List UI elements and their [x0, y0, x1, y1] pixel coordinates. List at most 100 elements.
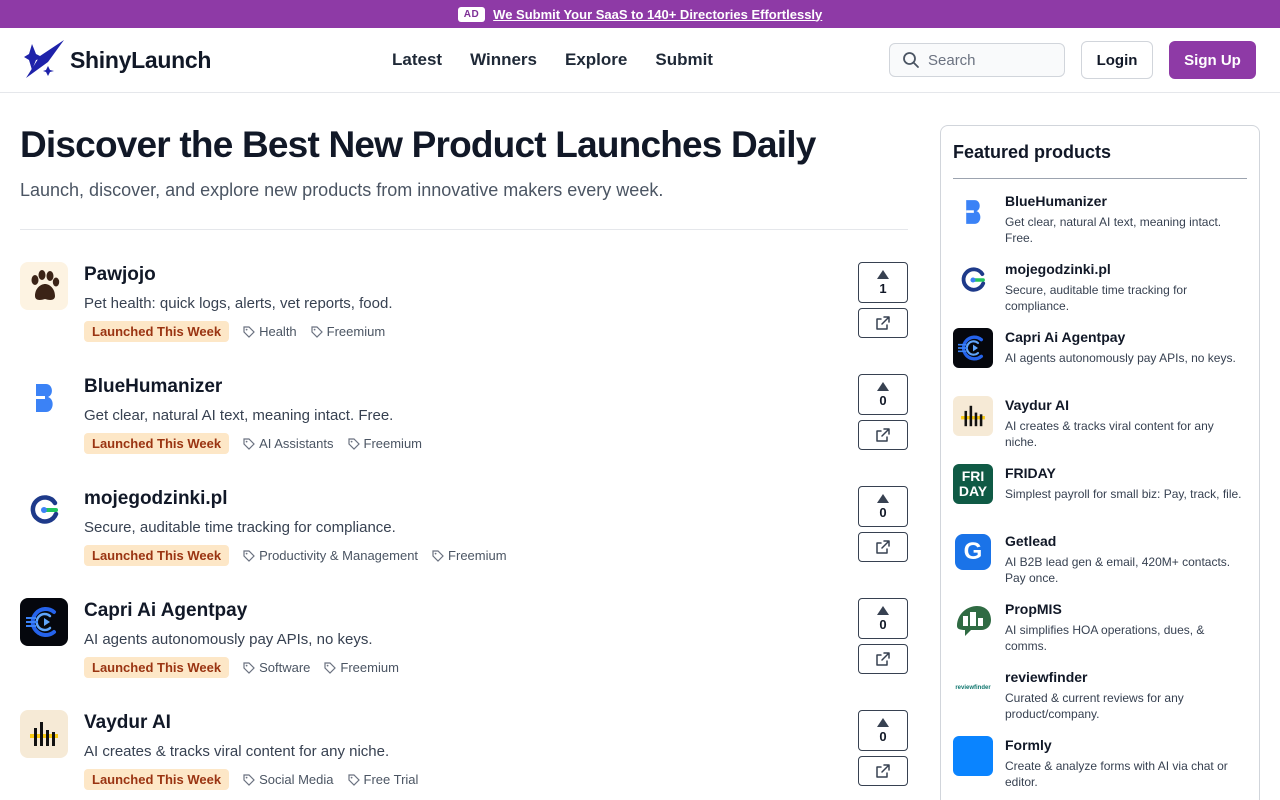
- upvote-button[interactable]: 1: [858, 262, 908, 303]
- visit-link-button[interactable]: [858, 420, 908, 450]
- mojegodzinki-logo-icon[interactable]: [20, 486, 68, 534]
- launched-badge: Launched This Week: [84, 769, 230, 790]
- featured-name: mojegodzinki.pl: [1005, 261, 1111, 277]
- featured-description: AI B2B lead gen & email, 420M+ contacts.…: [1005, 555, 1231, 585]
- product-description: Secure, auditable time tracking for comp…: [84, 519, 396, 536]
- ad-banner[interactable]: AD We Submit Your SaaS to 140+ Directori…: [0, 0, 1280, 28]
- featured-name: reviewfinder: [1005, 669, 1088, 685]
- formly-logo-icon: [953, 736, 993, 776]
- featured-description: AI creates & tracks viral content for an…: [1005, 419, 1214, 449]
- launched-badge: Launched This Week: [84, 545, 230, 566]
- product-row[interactable]: Pawjojo Pet health: quick logs, alerts, …: [20, 262, 908, 374]
- friday-logo-icon: FRI DAY: [953, 464, 993, 504]
- pricing-tag[interactable]: Freemium: [432, 548, 507, 563]
- nav-latest[interactable]: Latest: [392, 50, 442, 70]
- tag-icon: [324, 661, 337, 674]
- category-tag[interactable]: Productivity & Management: [243, 548, 418, 563]
- triangle-up-icon: [877, 269, 889, 279]
- product-name[interactable]: Vaydur AI: [84, 712, 171, 734]
- capri-logo-icon[interactable]: [20, 598, 68, 646]
- page-subtitle: Launch, discover, and explore new produc…: [20, 180, 664, 200]
- reviewfinder-logo-icon: reviewfinder: [953, 668, 993, 708]
- product-row[interactable]: mojegodzinki.pl Secure, auditable time t…: [20, 486, 908, 598]
- product-name[interactable]: BlueHumanizer: [84, 376, 222, 398]
- vote-count: 0: [879, 616, 887, 632]
- nav-explore[interactable]: Explore: [565, 50, 627, 70]
- featured-name: Vaydur AI: [1005, 397, 1070, 413]
- upvote-button[interactable]: 0: [858, 486, 908, 527]
- main-nav: Latest Winners Explore Submit: [392, 50, 713, 70]
- friday-logo-text: DAY: [958, 483, 988, 499]
- external-link-icon: [876, 764, 890, 778]
- upvote-button[interactable]: 0: [858, 710, 908, 751]
- visit-link-button[interactable]: [858, 644, 908, 674]
- upvote-button[interactable]: 0: [858, 374, 908, 415]
- product-row[interactable]: Vaydur AI AI creates & tracks viral cont…: [20, 710, 908, 800]
- ad-link[interactable]: We Submit Your SaaS to 140+ Directories …: [493, 7, 822, 22]
- pricing-tag[interactable]: Freemium: [347, 436, 422, 451]
- bluehumanizer-logo-icon[interactable]: [20, 374, 68, 422]
- category-tag[interactable]: AI Assistants: [243, 436, 334, 451]
- visit-link-button[interactable]: [858, 756, 908, 786]
- pricing-tag[interactable]: Free Trial: [347, 772, 418, 787]
- triangle-up-icon: [877, 717, 889, 727]
- external-link-icon: [876, 652, 890, 666]
- featured-item[interactable]: G Getlead AI B2B lead gen & email, 420M+…: [953, 532, 1249, 600]
- product-tags: Launched This Week Productivity & Manage…: [84, 545, 507, 566]
- paw-icon[interactable]: [20, 262, 68, 310]
- brand-logo[interactable]: ShinyLaunch: [24, 40, 211, 80]
- visit-link-button[interactable]: [858, 308, 908, 338]
- featured-list: BlueHumanizer Get clear, natural AI text…: [953, 192, 1249, 800]
- tag-icon: [347, 437, 360, 450]
- search-box[interactable]: [889, 43, 1065, 77]
- visit-link-button[interactable]: [858, 532, 908, 562]
- featured-item[interactable]: Formly Create & analyze forms with AI vi…: [953, 736, 1249, 800]
- product-name[interactable]: Pawjojo: [84, 264, 156, 286]
- ad-badge: AD: [457, 6, 486, 22]
- signup-button[interactable]: Sign Up: [1169, 41, 1256, 79]
- getlead-logo-icon: G: [953, 532, 993, 572]
- vote-count: 0: [879, 392, 887, 408]
- bluehumanizer-logo-icon: [953, 192, 993, 232]
- external-link-icon: [876, 540, 890, 554]
- pricing-tag[interactable]: Freemium: [311, 324, 385, 339]
- product-tags: Launched This Week Health Freemium: [84, 321, 385, 342]
- featured-description: Curated & current reviews for any produc…: [1005, 691, 1184, 721]
- tag-icon: [243, 773, 255, 786]
- triangle-up-icon: [877, 493, 889, 503]
- upvote-button[interactable]: 0: [858, 598, 908, 639]
- vote-count: 1: [879, 280, 887, 296]
- tag-icon: [243, 661, 255, 674]
- nav-winners[interactable]: Winners: [470, 50, 537, 70]
- featured-item[interactable]: Capri Ai Agentpay AI agents autonomously…: [953, 328, 1249, 396]
- pricing-tag[interactable]: Freemium: [324, 660, 399, 675]
- featured-item[interactable]: PropMIS AI simplifies HOA operations, du…: [953, 600, 1249, 668]
- tag-icon: [311, 325, 323, 338]
- divider: [953, 178, 1247, 179]
- search-input[interactable]: [928, 51, 1048, 69]
- category-tag[interactable]: Software: [243, 660, 310, 675]
- featured-item[interactable]: BlueHumanizer Get clear, natural AI text…: [953, 192, 1249, 260]
- featured-name: PropMIS: [1005, 601, 1062, 617]
- product-name[interactable]: Capri Ai Agentpay: [84, 600, 247, 622]
- featured-item[interactable]: mojegodzinki.pl Secure, auditable time t…: [953, 260, 1249, 328]
- featured-item[interactable]: reviewfinder reviewfinder Curated & curr…: [953, 668, 1249, 736]
- featured-name: Formly: [1005, 737, 1052, 753]
- product-row[interactable]: Capri Ai Agentpay AI agents autonomously…: [20, 598, 908, 710]
- search-icon: [903, 52, 919, 68]
- featured-item[interactable]: FRI DAY FRIDAY Simplest payroll for smal…: [953, 464, 1249, 532]
- featured-name: FRIDAY: [1005, 465, 1056, 481]
- featured-item[interactable]: Vaydur AI AI creates & tracks viral cont…: [953, 396, 1249, 464]
- featured-description: Secure, auditable time tracking for comp…: [1005, 283, 1188, 313]
- product-name[interactable]: mojegodzinki.pl: [84, 488, 228, 510]
- featured-products-panel: Featured products BlueHumanizer Get clea…: [940, 125, 1260, 800]
- tag-icon: [432, 549, 444, 562]
- vaydur-logo-icon[interactable]: [20, 710, 68, 758]
- login-button[interactable]: Login: [1081, 41, 1153, 79]
- friday-logo-text: FRI: [961, 468, 985, 484]
- category-tag[interactable]: Social Media: [243, 772, 334, 787]
- product-description: Get clear, natural AI text, meaning inta…: [84, 407, 394, 424]
- product-row[interactable]: BlueHumanizer Get clear, natural AI text…: [20, 374, 908, 486]
- category-tag[interactable]: Health: [243, 324, 297, 339]
- nav-submit[interactable]: Submit: [655, 50, 713, 70]
